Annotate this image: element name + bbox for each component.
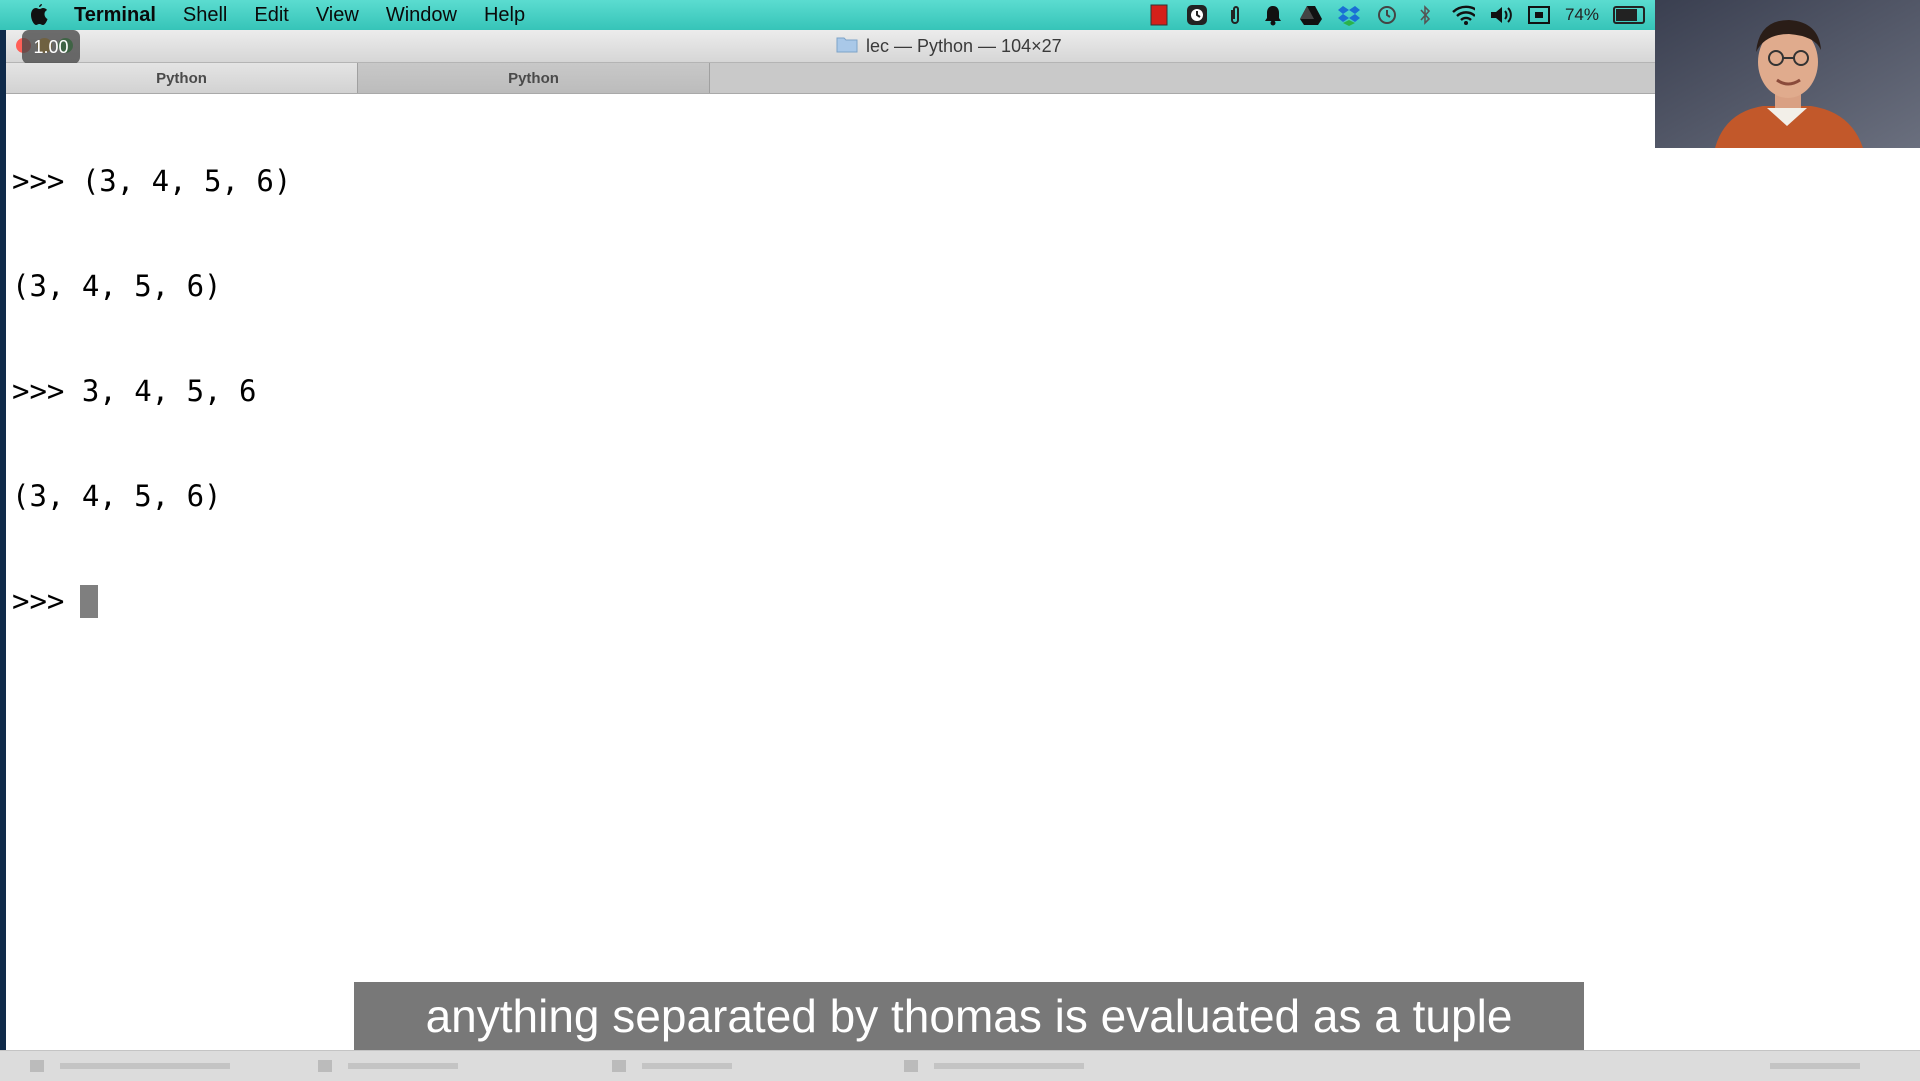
window-title: lec — Python — 104×27 — [836, 34, 1062, 58]
blurred-item — [612, 1056, 862, 1076]
title-bar[interactable]: 1.00 lec — Python — 104×27 — [6, 30, 1920, 64]
battery-fill — [1616, 9, 1637, 21]
display-icon[interactable] — [1527, 3, 1551, 27]
apple-icon[interactable] — [26, 3, 52, 27]
terminal-window: 1.00 lec — Python — 104×27 Python Python… — [6, 30, 1920, 1050]
console-line: (3, 4, 5, 6) — [12, 269, 222, 303]
bluetooth-icon[interactable] — [1413, 3, 1437, 27]
menu-window[interactable]: Window — [386, 0, 457, 30]
window-title-text: lec — Python — 104×27 — [866, 35, 1062, 56]
webcam-overlay — [1655, 0, 1920, 148]
blurred-item — [30, 1056, 280, 1076]
blurred-item — [904, 1056, 1154, 1076]
time-machine-icon[interactable] — [1375, 3, 1399, 27]
folder-icon — [836, 35, 858, 58]
menu-bar: Terminal Shell Edit View Window Help 74% — [0, 0, 1920, 30]
video-subtitle: anything separated by thomas is evaluate… — [354, 982, 1584, 1050]
terminal-console[interactable]: >>> (3, 4, 5, 6) (3, 4, 5, 6) >>> 3, 4, … — [12, 94, 1920, 1050]
blurred-item — [318, 1056, 568, 1076]
play-icon — [1806, 853, 1830, 883]
prompt-text: >>> — [12, 584, 65, 618]
text-cursor — [80, 585, 99, 618]
paperclip-icon[interactable] — [1223, 3, 1247, 27]
tab-python-2[interactable]: Python — [358, 63, 710, 93]
blurred-item — [1770, 1056, 1890, 1076]
console-line: >>> 3, 4, 5, 6 — [12, 374, 257, 408]
battery-percent: 74% — [1564, 5, 1599, 24]
menu-edit[interactable]: Edit — [254, 0, 288, 30]
menu-shell[interactable]: Shell — [183, 0, 227, 30]
console-line: (3, 4, 5, 6) — [12, 479, 222, 513]
bell-icon[interactable] — [1261, 3, 1285, 27]
status-area: 74% — [1147, 0, 1645, 30]
play-button[interactable] — [1774, 832, 1858, 904]
bottom-strip — [0, 1050, 1920, 1081]
tab-python-1[interactable]: Python — [6, 63, 358, 93]
playback-speed-badge[interactable]: 1.00 — [22, 30, 80, 64]
prompt-line: >>> — [12, 584, 1920, 619]
presenter-video — [1655, 0, 1920, 148]
drive-icon[interactable] — [1299, 3, 1323, 27]
wifi-icon[interactable] — [1451, 3, 1475, 27]
menu-view[interactable]: View — [316, 0, 359, 30]
clock-app-icon[interactable] — [1185, 3, 1209, 27]
red-square-icon[interactable] — [1147, 3, 1171, 27]
menu-help[interactable]: Help — [484, 0, 525, 30]
volume-icon[interactable] — [1489, 3, 1513, 27]
battery-icon[interactable] — [1613, 6, 1645, 24]
console-line: >>> (3, 4, 5, 6) — [12, 164, 292, 198]
tab-bar: Python Python — [6, 63, 1920, 94]
dropbox-icon[interactable] — [1337, 3, 1361, 27]
menu-terminal[interactable]: Terminal — [74, 0, 156, 30]
